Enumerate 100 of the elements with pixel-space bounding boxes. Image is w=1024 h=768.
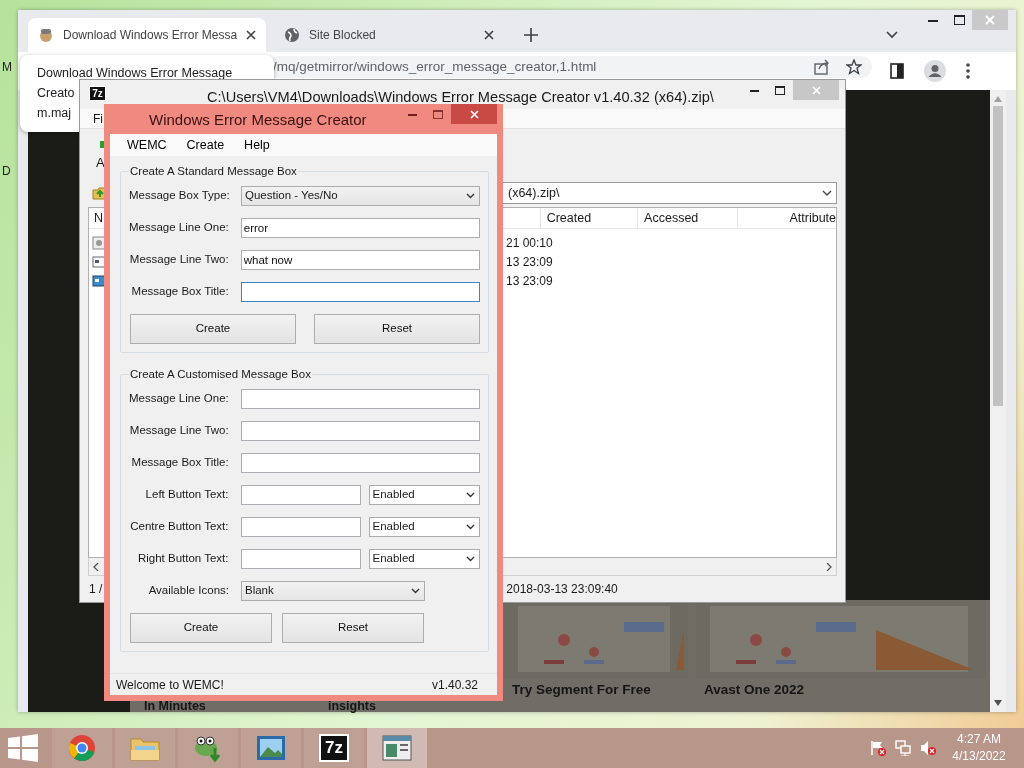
dropdown[interactable]: Enabled xyxy=(368,485,480,505)
table-cell-text: 13 23:09 xyxy=(506,253,553,271)
tab-title: Download Windows Error Messa xyxy=(63,27,238,44)
input-field[interactable]: what now xyxy=(240,250,480,270)
taskbar-app[interactable]: 7z xyxy=(304,728,364,768)
group-title: Create A Standard Message Box xyxy=(129,164,298,178)
column-header[interactable]: Accessed xyxy=(644,208,699,228)
status-text: Welcome to WEMC! xyxy=(116,676,224,694)
field-label: Available Icons: xyxy=(147,583,229,599)
browser-icon xyxy=(68,734,96,762)
button[interactable]: Reset xyxy=(282,613,424,643)
file-icon xyxy=(92,254,106,269)
more-icon[interactable] xyxy=(966,63,970,79)
button[interactable]: Create xyxy=(130,613,272,643)
input-field[interactable] xyxy=(240,485,361,505)
app-logo: 7z xyxy=(89,86,106,101)
browser-tab[interactable]: Site Blocked xyxy=(274,18,505,52)
ad-title: Try Segment For Free xyxy=(511,680,652,699)
chevron-down-icon[interactable] xyxy=(886,31,898,39)
start-icon[interactable] xyxy=(8,734,38,762)
close-icon xyxy=(985,15,995,25)
ad-card[interactable]: Try Segment For Free xyxy=(500,600,692,712)
close-icon[interactable] xyxy=(484,30,495,40)
ad-card[interactable]: Avast One 2022 xyxy=(692,600,990,712)
close-button[interactable] xyxy=(451,104,497,124)
taskbar-app[interactable] xyxy=(115,728,175,768)
field-label: Message Box Title: xyxy=(130,284,229,300)
menu-item[interactable]: Help xyxy=(237,135,277,155)
status-text: v1.40.32 xyxy=(431,676,478,694)
globe-icon xyxy=(284,27,301,43)
flag-icon[interactable] xyxy=(870,740,886,756)
taskbar-app[interactable] xyxy=(241,728,301,768)
maximize-icon xyxy=(953,15,965,25)
field-label: Right Button Text: xyxy=(136,551,229,567)
speaker-icon[interactable] xyxy=(920,740,936,756)
group-title: Create A Customised Message Box xyxy=(129,367,312,381)
photo-icon xyxy=(256,735,286,761)
share-icon[interactable] xyxy=(814,59,830,75)
tooltip-text: m.maj xyxy=(37,105,72,122)
dropdown[interactable]: Enabled xyxy=(368,549,480,569)
up-arrow-icon xyxy=(994,96,1002,102)
input-field[interactable] xyxy=(240,549,361,569)
plus-icon[interactable] xyxy=(524,28,539,42)
dropdown[interactable]: Question - Yes/No xyxy=(241,186,480,206)
menu-item[interactable]: Create xyxy=(179,135,232,155)
down-arrow-icon xyxy=(994,700,1002,706)
status-text: 1 / xyxy=(89,581,103,598)
table-cell-text: 21 00:10 xyxy=(506,234,553,252)
caret-icon xyxy=(411,588,420,594)
ad-title: insights xyxy=(327,700,377,712)
field-label: Centre Button Text: xyxy=(129,519,229,535)
ad-title: Avast One 2022 xyxy=(703,680,806,699)
toolbar-label[interactable]: A xyxy=(96,156,105,169)
column-header[interactable]: N xyxy=(94,208,104,228)
field-label: Message Line One: xyxy=(129,391,229,407)
button[interactable]: Reset xyxy=(314,314,480,344)
input-field[interactable]: error xyxy=(240,218,480,238)
field-label: Message Box Type: xyxy=(129,188,229,204)
input-field[interactable] xyxy=(240,282,480,302)
star-icon[interactable] xyxy=(846,59,862,75)
field-label: Left Button Text: xyxy=(144,487,229,503)
input-field[interactable] xyxy=(240,421,480,441)
app-logo: 7z xyxy=(319,734,349,762)
ad-title: In Minutes xyxy=(143,700,207,712)
tooltip-text: Download Windows Error Message xyxy=(37,65,233,82)
input-field[interactable] xyxy=(240,453,480,473)
network-icon[interactable] xyxy=(895,740,911,756)
field-label: Message Line Two: xyxy=(129,252,229,268)
column-header[interactable]: Attribute xyxy=(789,208,836,228)
menu-item[interactable]: WEMC xyxy=(120,135,174,155)
caret-icon xyxy=(822,190,832,196)
side-panel-icon[interactable] xyxy=(890,63,904,79)
file-icon xyxy=(92,235,106,250)
close-icon[interactable] xyxy=(246,30,257,40)
field-label: Message Line Two: xyxy=(129,423,229,439)
caret-icon xyxy=(466,492,475,498)
close-icon xyxy=(811,85,821,95)
input-field[interactable] xyxy=(240,389,480,409)
scrollbar[interactable] xyxy=(990,90,1006,712)
frog-icon xyxy=(193,734,223,762)
dropdown[interactable]: Blank xyxy=(241,581,425,601)
tooltip-text: Creato xyxy=(37,85,75,102)
maximize-icon xyxy=(433,109,443,119)
maximize-icon xyxy=(775,85,785,95)
browser-tab[interactable]: Download Windows Error Messa xyxy=(28,18,267,52)
desktop-icon-label: D xyxy=(2,163,11,180)
column-header[interactable]: Created xyxy=(546,208,592,228)
button[interactable]: Create xyxy=(130,314,296,344)
menu-item[interactable]: Fi xyxy=(93,109,103,128)
taskbar-app[interactable] xyxy=(367,728,427,768)
caret-icon xyxy=(466,524,475,530)
profile-icon[interactable] xyxy=(924,60,946,82)
caret-icon xyxy=(466,556,475,562)
field-label: Message Line One: xyxy=(129,220,229,236)
input-field[interactable] xyxy=(240,517,361,537)
window-icon xyxy=(382,735,412,761)
tab-title: Site Blocked xyxy=(309,27,377,44)
dropdown[interactable]: Enabled xyxy=(368,517,480,537)
taskbar-app[interactable] xyxy=(52,728,112,768)
taskbar-app[interactable] xyxy=(178,728,238,768)
